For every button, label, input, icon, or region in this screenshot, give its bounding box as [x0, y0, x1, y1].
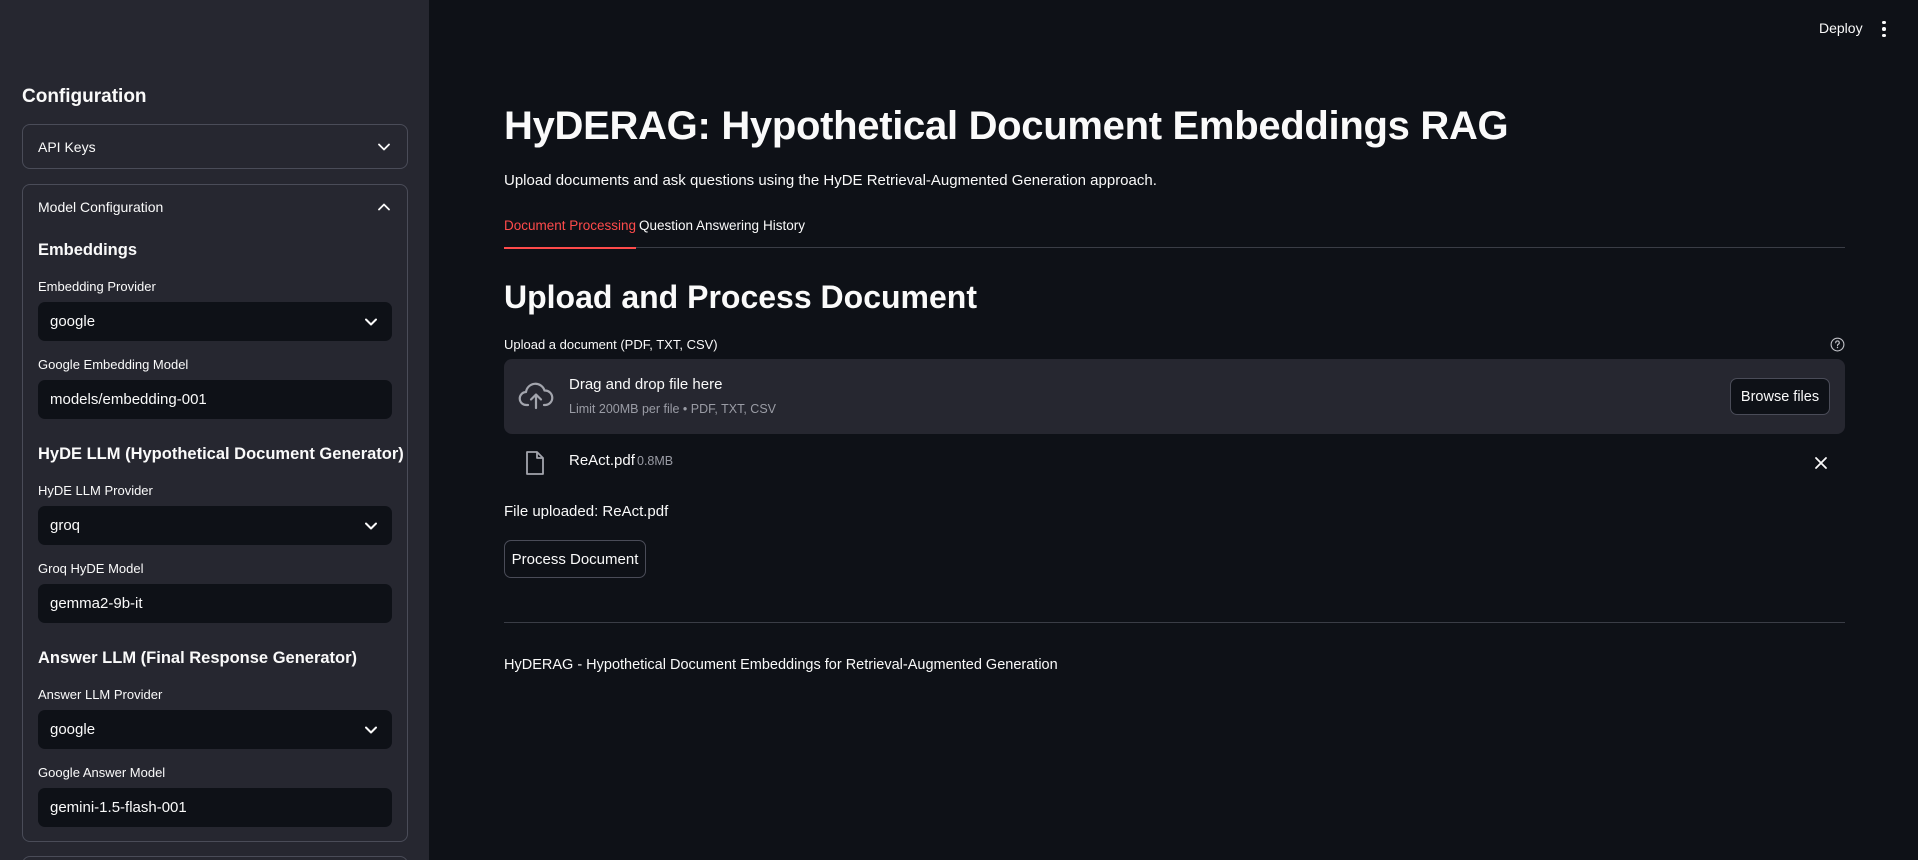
dropzone-instruction: Drag and drop file here — [569, 376, 723, 393]
chevron-down-icon — [364, 723, 378, 737]
embeddings-heading: Embeddings — [38, 241, 138, 259]
google-answer-model-value: gemini-1.5-flash-001 — [50, 799, 187, 816]
google-embedding-model-input[interactable]: models/embedding-001 — [38, 380, 392, 419]
google-embedding-model-label: Google Embedding Model — [38, 357, 189, 372]
tab-history[interactable]: History — [763, 218, 805, 248]
answer-llm-provider-select[interactable]: google — [38, 710, 392, 749]
file-uploaded-message: File uploaded: ReAct.pdf — [504, 503, 669, 520]
uploader-label: Upload a document (PDF, TXT, CSV) — [504, 337, 718, 352]
footer-text: HyDERAG - Hypothetical Document Embeddin… — [504, 657, 1058, 673]
answer-llm-heading: Answer LLM (Final Response Generator) — [38, 649, 358, 667]
dropzone-limit: Limit 200MB per file • PDF, TXT, CSV — [569, 402, 776, 416]
tab-bar: Document Processing Question Answering H… — [504, 218, 1845, 249]
embedding-provider-select[interactable]: google — [38, 302, 392, 341]
cloud-upload-icon — [518, 380, 554, 412]
chevron-down-icon — [364, 315, 378, 329]
process-document-button[interactable]: Process Document — [504, 540, 646, 578]
browse-files-button[interactable]: Browse files — [1730, 378, 1830, 415]
chevron-down-icon — [377, 140, 391, 154]
hyde-llm-provider-value: groq — [50, 517, 81, 534]
tab-document-processing[interactable]: Document Processing — [504, 218, 637, 249]
groq-hyde-model-value: gemma2-9b-it — [50, 595, 143, 612]
api-keys-expander-header[interactable]: API Keys — [23, 125, 407, 169]
groq-hyde-model-label: Groq HyDE Model — [38, 561, 144, 576]
section-title: Upload and Process Document — [504, 279, 977, 315]
close-icon[interactable] — [1814, 456, 1828, 470]
app-root: Configuration API Keys Model Configurati… — [0, 0, 1918, 860]
model-configuration-expander[interactable]: Model Configuration Embeddings Embedding… — [22, 184, 408, 842]
file-size: 0.8MB — [637, 454, 674, 468]
chevron-down-icon — [364, 519, 378, 533]
file-dropzone[interactable]: Drag and drop file here Limit 200MB per … — [504, 359, 1845, 434]
file-icon — [524, 450, 546, 476]
deploy-button[interactable]: Deploy — [1819, 20, 1863, 36]
hyde-llm-heading: HyDE LLM (Hypothetical Document Generato… — [38, 445, 404, 463]
google-embedding-model-value: models/embedding-001 — [50, 391, 207, 408]
page-subtitle: Upload documents and ask questions using… — [504, 172, 1157, 189]
sidebar: Configuration API Keys Model Configurati… — [0, 0, 429, 860]
hyde-llm-provider-label: HyDE LLM Provider — [38, 483, 153, 498]
vertical-ellipsis-icon[interactable] — [1878, 19, 1890, 39]
model-configuration-label: Model Configuration — [38, 199, 164, 215]
google-answer-model-input[interactable]: gemini-1.5-flash-001 — [38, 788, 392, 827]
answer-llm-provider-value: google — [50, 721, 96, 738]
uploaded-file-row: ReAct.pdf 0.8MB — [504, 446, 1845, 482]
tab-question-answering[interactable]: Question Answering — [639, 218, 759, 248]
google-answer-model-label: Google Answer Model — [38, 765, 166, 780]
api-keys-label: API Keys — [38, 139, 96, 155]
divider — [504, 622, 1845, 623]
embedding-provider-value: google — [50, 313, 96, 330]
next-expander-partial[interactable] — [22, 856, 408, 860]
file-name: ReAct.pdf — [569, 452, 635, 469]
chevron-up-icon — [377, 200, 391, 214]
model-configuration-expander-header[interactable]: Model Configuration — [23, 185, 407, 229]
page-title: HyDERAG: Hypothetical Document Embedding… — [504, 104, 1509, 148]
sidebar-title: Configuration — [22, 86, 147, 107]
hyde-llm-provider-select[interactable]: groq — [38, 506, 392, 545]
help-icon[interactable] — [1830, 337, 1845, 352]
api-keys-expander[interactable]: API Keys — [22, 124, 408, 169]
embedding-provider-label: Embedding Provider — [38, 279, 156, 294]
groq-hyde-model-input[interactable]: gemma2-9b-it — [38, 584, 392, 623]
answer-llm-provider-label: Answer LLM Provider — [38, 687, 163, 702]
